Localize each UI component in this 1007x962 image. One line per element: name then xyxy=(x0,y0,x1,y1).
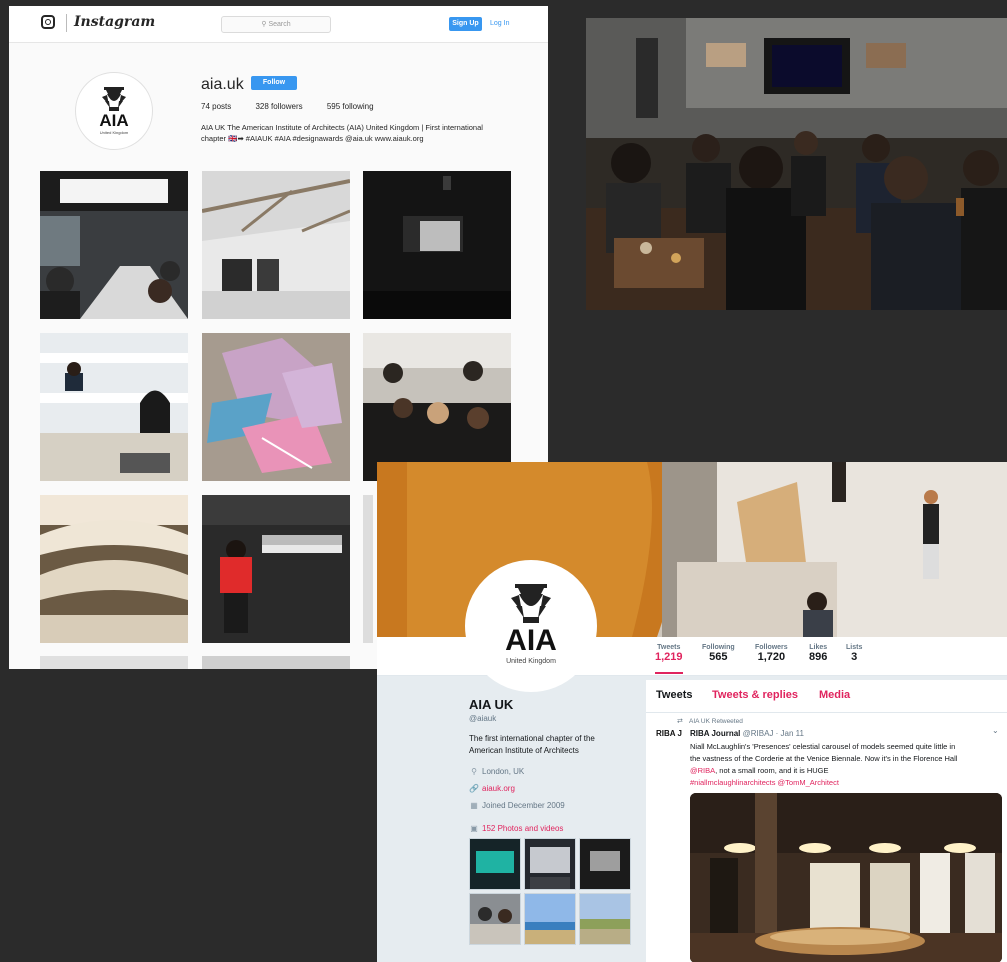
followers-count[interactable]: 328 followers xyxy=(255,102,302,111)
link-icon: 🔗 xyxy=(469,784,479,793)
sign-up-button[interactable]: Sign Up xyxy=(449,17,482,31)
post-thumbnail[interactable] xyxy=(363,333,511,481)
aia-logo-icon: AIA United Kingdom xyxy=(505,584,557,665)
instagram-logo[interactable]: Instagram xyxy=(74,14,155,30)
location-pin-icon: ⚲ xyxy=(471,767,477,776)
avatar-logo-subtitle: United Kingdom xyxy=(100,130,129,135)
stat-value: 3 xyxy=(851,651,858,663)
profile-handle[interactable]: @aiauk xyxy=(469,714,496,723)
camera-icon[interactable] xyxy=(41,15,55,29)
tweet-line-text: , not a small room, and it is HUGE xyxy=(715,766,829,775)
post-thumbnail[interactable] xyxy=(40,495,188,643)
stat-value: 565 xyxy=(709,651,728,663)
profile-website[interactable]: 🔗 aiauk.org xyxy=(469,784,515,793)
photos-and-videos[interactable]: ▣ 152 Photos and videos xyxy=(469,824,563,833)
profile-description: The first international chapter of the A… xyxy=(469,734,595,755)
instagram-top-bar: Instagram ⚲ Search Sign Up Log In xyxy=(9,6,548,43)
stat-value: 896 xyxy=(809,651,828,663)
location-text: London, UK xyxy=(482,767,525,776)
post-thumbnail[interactable] xyxy=(202,495,350,643)
avatar-logo-subtitle: United Kingdom xyxy=(506,658,556,665)
event-photo xyxy=(586,18,1007,310)
tab-media[interactable]: Media xyxy=(819,689,850,701)
timeline-tabs: Tweets Tweets & replies Media xyxy=(646,680,1007,713)
post-thumbnail[interactable] xyxy=(363,495,373,643)
post-thumbnail[interactable] xyxy=(40,333,188,481)
tweet-line: Niall McLaughlin's 'Presences' celestial… xyxy=(690,742,956,751)
profile-joined: ▦ Joined December 2009 xyxy=(469,801,565,810)
profile-location: ⚲ London, UK xyxy=(469,767,524,776)
media-thumbnail[interactable] xyxy=(524,838,576,890)
profile-avatar[interactable]: AIA United Kingdom xyxy=(465,560,597,692)
search-placeholder: Search xyxy=(268,21,291,28)
following-count[interactable]: 595 following xyxy=(327,102,374,111)
joined-text: Joined December 2009 xyxy=(482,801,565,810)
stat-value: 1,219 xyxy=(655,651,683,663)
tweet-line: the vastness of the Corderie at the Veni… xyxy=(690,754,958,763)
media-thumbnail[interactable] xyxy=(579,893,631,945)
tweet-author-name[interactable]: RIBA Journal xyxy=(690,729,740,738)
posts-count[interactable]: 74 posts xyxy=(201,102,231,111)
retweeted-label[interactable]: AIA UK Retweeted xyxy=(689,718,743,725)
photos-link[interactable]: 152 Photos and videos xyxy=(482,824,563,833)
log-in-link[interactable]: Log In xyxy=(490,17,509,31)
bio-line: chapter 🇬🇧➡ #AIAUK #AIA #designawards @a… xyxy=(201,134,424,143)
aia-logo-icon: AIA United Kingdom xyxy=(99,87,129,135)
post-thumbnail[interactable] xyxy=(40,171,188,319)
event-photo-image xyxy=(586,18,1007,310)
media-thumbnail[interactable] xyxy=(579,838,631,890)
tweet-text: Niall McLaughlin's 'Presences' celestial… xyxy=(690,741,1002,789)
stat-label: Likes xyxy=(809,644,828,651)
stat-following[interactable]: Following 565 xyxy=(702,644,735,663)
logo-divider xyxy=(66,14,67,32)
stat-likes[interactable]: Likes 896 xyxy=(809,644,827,663)
post-thumbnail[interactable] xyxy=(202,171,350,319)
search-input[interactable]: ⚲ Search xyxy=(221,16,331,33)
stat-lists[interactable]: Lists 3 xyxy=(846,644,862,663)
profile-stats: 74 posts 328 followers 595 following xyxy=(201,102,396,111)
calendar-icon: ▦ xyxy=(470,801,478,810)
mention-link[interactable]: @RIBA xyxy=(690,766,715,775)
tab-tweets[interactable]: Tweets xyxy=(656,689,692,701)
post-thumbnail[interactable] xyxy=(363,171,511,319)
avatar-logo-letters: AIA xyxy=(505,624,557,657)
tab-tweets-and-replies[interactable]: Tweets & replies xyxy=(712,689,798,701)
tweet-author-handle[interactable]: @RIBAJ · Jan 11 xyxy=(743,729,804,738)
follow-button[interactable]: Follow xyxy=(251,76,297,90)
chevron-down-icon[interactable]: ⌄ xyxy=(992,726,999,735)
twitter-window: AIA United Kingdom Tweets 1,219 Followin… xyxy=(377,462,1007,962)
profile-name[interactable]: AIA UK xyxy=(469,697,513,712)
media-thumbnail[interactable] xyxy=(469,893,521,945)
post-thumbnail[interactable] xyxy=(202,656,350,669)
post-thumbnail[interactable] xyxy=(202,333,350,481)
profile-bio: AIA UK The American Institute of Archite… xyxy=(201,122,511,144)
bio-line: AIA UK The American Institute of Archite… xyxy=(201,123,483,132)
tweet-header: RIBA Journal @RIBAJ · Jan 11 xyxy=(690,729,804,738)
hashtag-links[interactable]: #niallmclaughlinarchitects @TomM_Archite… xyxy=(690,777,1002,789)
stat-label: Tweets xyxy=(657,644,681,651)
website-link[interactable]: aiauk.org xyxy=(482,784,515,793)
image-icon: ▣ xyxy=(470,824,478,833)
media-thumbnail[interactable] xyxy=(469,838,521,890)
stat-value: 1,720 xyxy=(757,651,786,663)
tweet-timeline: Tweets Tweets & replies Media ⇄ AIA UK R… xyxy=(646,680,1007,962)
tweet-media[interactable] xyxy=(690,793,1002,962)
stat-label: Lists xyxy=(846,644,863,651)
stat-label: Followers xyxy=(755,644,788,651)
stat-tweets[interactable]: Tweets 1,219 xyxy=(655,644,683,674)
tweet-author-avatar[interactable]: RIBA J xyxy=(656,730,682,738)
tweet-media-image xyxy=(690,793,1002,962)
avatar-logo-letters: AIA xyxy=(99,111,128,130)
media-thumbnail[interactable] xyxy=(524,893,576,945)
retweet-icon: ⇄ xyxy=(677,718,683,725)
stat-followers[interactable]: Followers 1,720 xyxy=(755,644,788,663)
tweet-line: @RIBA, not a small room, and it is HUGE xyxy=(690,765,1002,777)
post-thumbnail[interactable] xyxy=(40,656,188,669)
profile-avatar[interactable]: AIA United Kingdom xyxy=(75,72,153,150)
stat-label: Following xyxy=(702,644,735,651)
profile-username: aia.uk xyxy=(201,76,244,93)
